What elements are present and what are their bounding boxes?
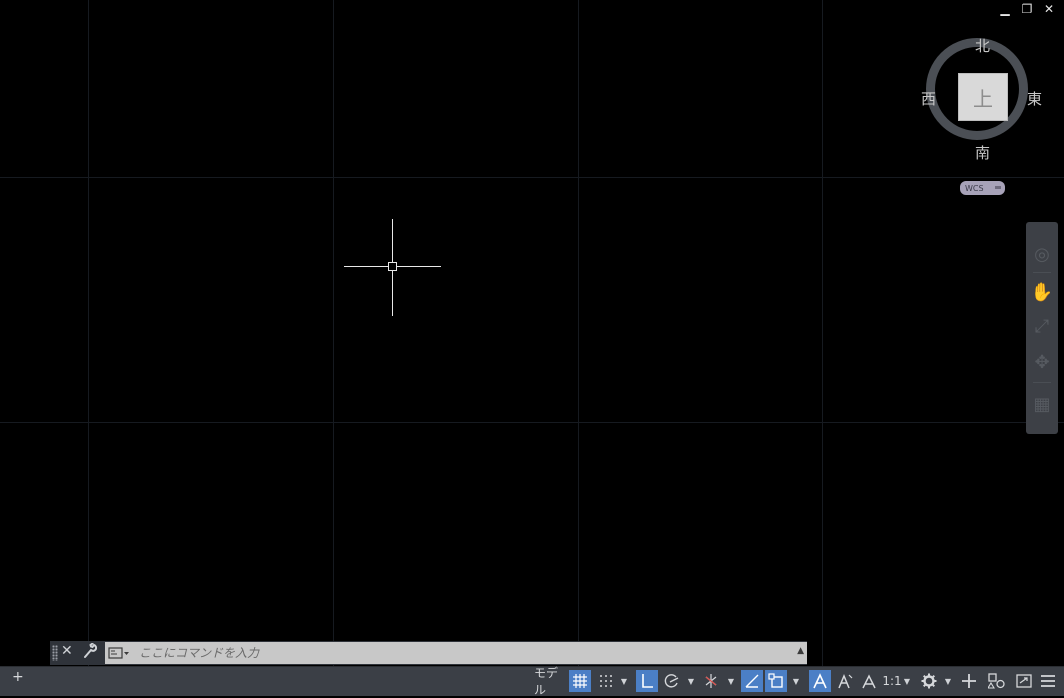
drag-grip-icon[interactable] <box>52 645 58 661</box>
polar-icon <box>664 674 679 688</box>
tracking-icon <box>745 674 759 688</box>
compass-south[interactable]: 南 <box>975 142 990 163</box>
object-snap-button[interactable] <box>765 670 787 692</box>
osnap-icon <box>768 673 783 688</box>
isodraft-button[interactable] <box>700 670 722 692</box>
snap-dots-icon <box>600 675 612 687</box>
showmotion-icon[interactable]: ▦ <box>1031 392 1053 416</box>
restore-icon[interactable]: ❐ <box>1020 2 1034 16</box>
pan-hand-icon[interactable]: ✋ <box>1031 280 1053 304</box>
drawing-area[interactable] <box>0 0 1064 666</box>
chevron-down-icon[interactable]: ▼ <box>686 671 696 691</box>
grid-display-button[interactable] <box>569 670 591 692</box>
customize-wrench-icon[interactable] <box>83 642 98 663</box>
zoom-extents-icon[interactable]: ⤢ <box>1031 314 1053 338</box>
orbit-icon[interactable]: ✥ <box>1031 350 1053 374</box>
compass-north[interactable]: 北 <box>975 35 990 56</box>
ortho-mode-button[interactable] <box>636 670 658 692</box>
annotation-scale-value[interactable]: 1:1 <box>882 670 902 692</box>
ucs-label: WCS <box>965 183 984 193</box>
hamburger-menu-icon <box>1041 675 1055 687</box>
polar-tracking-button[interactable] <box>661 670 683 692</box>
close-icon[interactable]: ✕ <box>61 643 73 659</box>
customize-menu-button[interactable] <box>1037 670 1059 692</box>
gear-icon <box>921 673 937 689</box>
workspace-switch-button[interactable] <box>918 670 940 692</box>
chevron-down-icon[interactable]: ▼ <box>619 671 629 691</box>
compass-west[interactable]: 西 <box>921 88 936 109</box>
isolate-objects-icon <box>988 673 1005 689</box>
grid-line <box>0 177 1064 178</box>
auto-scale-icon <box>838 674 853 689</box>
annotation-scale-icon <box>862 674 876 689</box>
navigation-bar: ◎ ✋ ⤢ ✥ ▦ <box>1026 222 1058 434</box>
command-input[interactable] <box>139 642 779 664</box>
compass-east[interactable]: 東 <box>1027 88 1042 109</box>
annotation-visibility-button[interactable] <box>809 670 831 692</box>
plus-icon <box>962 674 976 688</box>
fullscreen-icon <box>1016 674 1032 688</box>
nav-separator <box>1033 272 1051 273</box>
annotation-scale-icon-button[interactable] <box>858 670 880 692</box>
clean-screen-button[interactable] <box>1013 670 1035 692</box>
grid-icon <box>573 674 587 688</box>
object-snap-tracking-button[interactable] <box>741 670 763 692</box>
viewport-window-controls: ▁ ❐ ✕ <box>998 2 1056 16</box>
minimize-icon[interactable]: ▁ <box>998 2 1012 16</box>
wrench-icon <box>84 642 98 658</box>
chevron-down-icon[interactable]: ▼ <box>902 671 912 691</box>
nav-separator <box>1033 382 1051 383</box>
isolate-objects-button[interactable] <box>985 670 1009 692</box>
grid-line <box>0 422 1064 423</box>
annotation-a-icon <box>813 673 827 689</box>
steering-wheel-icon[interactable]: ◎ <box>1031 242 1053 266</box>
annotation-monitor-button[interactable] <box>958 670 980 692</box>
grid-line <box>88 0 89 666</box>
ortho-icon <box>642 674 653 688</box>
command-history-arrow-icon[interactable]: ▲ <box>797 646 804 656</box>
isometric-icon <box>705 674 717 688</box>
grid-line <box>578 0 579 666</box>
auto-scale-button[interactable] <box>834 670 856 692</box>
prompt-icon <box>108 647 129 659</box>
snap-mode-button[interactable] <box>594 670 618 692</box>
grid-line <box>333 0 334 666</box>
chevron-down-icon[interactable]: ▼ <box>943 671 953 691</box>
chevron-down-icon[interactable]: ▼ <box>726 671 736 691</box>
model-space-button[interactable]: モデル <box>534 666 568 697</box>
cursor-pickbox <box>388 262 397 271</box>
command-line-window: ✕ ▲ <box>50 641 807 665</box>
viewcube-top-face[interactable]: 上 <box>958 73 1008 121</box>
command-input-box: ▲ <box>105 642 807 664</box>
close-icon[interactable]: ✕ <box>1042 2 1056 16</box>
chevron-down-icon[interactable]: ▼ <box>791 671 801 691</box>
grid-line <box>822 0 823 666</box>
status-bar: + モデル ▼ ▼ ▼ ▼ 1:1 ▼ ▼ <box>0 666 1064 697</box>
recent-commands-icon[interactable] <box>108 645 132 661</box>
add-layout-button[interactable]: + <box>12 669 24 685</box>
ucs-dropdown-icon <box>995 186 1001 189</box>
ucs-menu-button[interactable]: WCS <box>960 181 1005 195</box>
